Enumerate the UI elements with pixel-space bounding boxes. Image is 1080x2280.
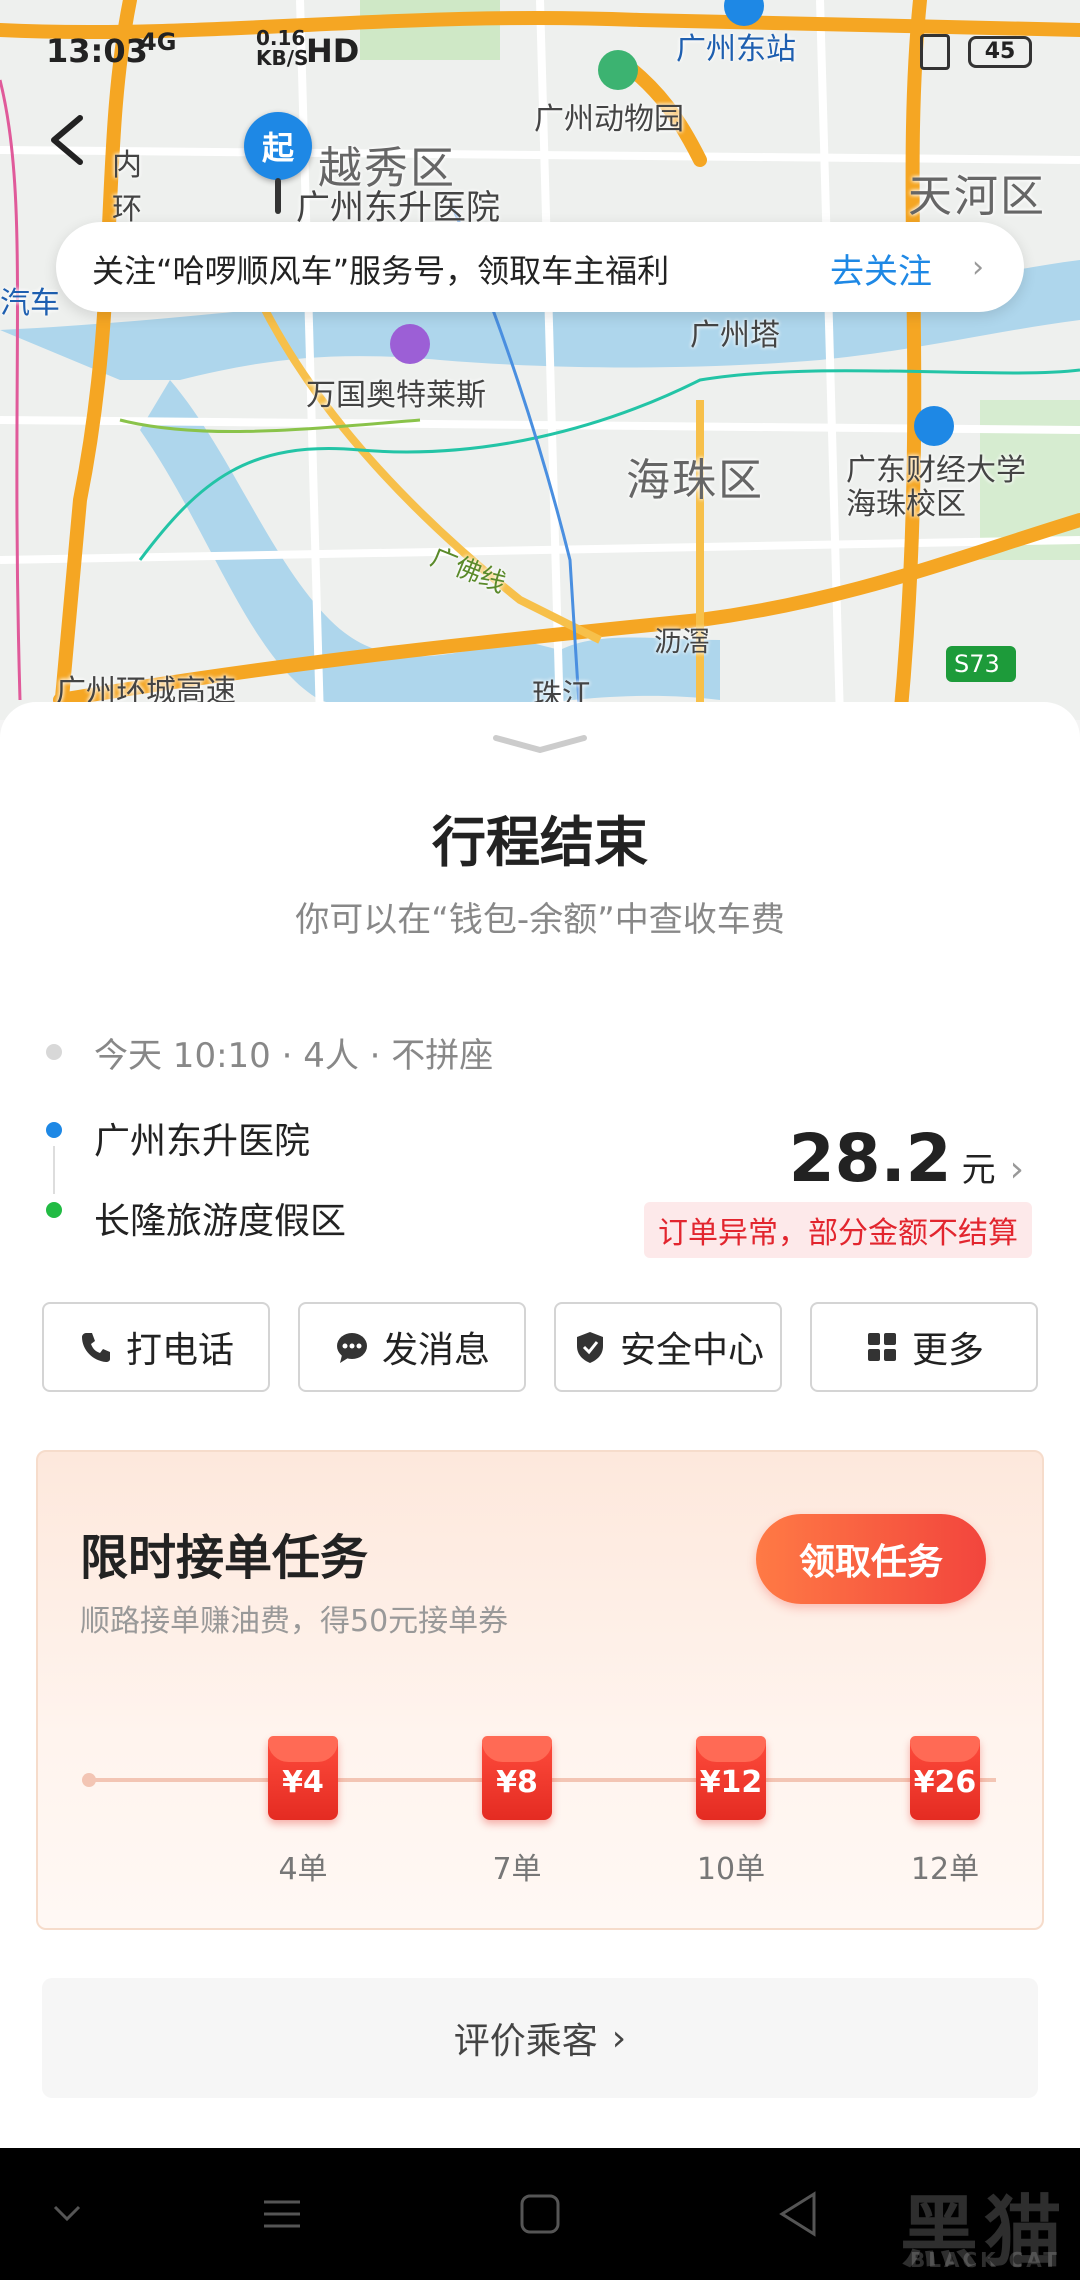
- reward-step-label: 10单: [696, 1852, 766, 1887]
- message-button[interactable]: 发消息: [298, 1302, 526, 1392]
- action-buttons: 打电话 发消息 安全中心 更多: [42, 1302, 1038, 1392]
- follow-button[interactable]: 去关注: [830, 244, 932, 293]
- safety-label: 安全中心: [619, 1330, 764, 1371]
- map-label-canton-tower: 广州塔: [690, 318, 780, 353]
- trip-sheet: 行程结束 你可以在“钱包-余额”中查收车费 今天 10:10 · 4人 · 不拼…: [0, 702, 1080, 2148]
- status-bar: 13:03 4G 0.16 KB/S HD 45: [0, 22, 1080, 82]
- page-subtitle: 你可以在“钱包-余额”中查收车费: [295, 900, 785, 940]
- reward-step-label: 4单: [278, 1852, 328, 1887]
- order-warning-badge: 订单异常，部分金额不结算: [644, 1202, 1032, 1258]
- status-network: 4G: [140, 28, 177, 56]
- destination-dot: [46, 1202, 62, 1218]
- rate-passenger-button[interactable]: 评价乘客 ›: [42, 1978, 1038, 2098]
- map-label-outlets: 万国奥特莱斯: [306, 378, 486, 413]
- trip-meta: 今天 10:10 · 4人 · 不拼座: [94, 1036, 494, 1076]
- reward-step-label: 12单: [910, 1852, 980, 1887]
- back-button[interactable]: [40, 110, 100, 170]
- back-arrow-icon: [51, 115, 83, 165]
- reward-envelope: ¥4: [268, 1736, 338, 1820]
- rate-label: 评价乘客: [453, 2021, 598, 2062]
- task-title: 限时接单任务: [80, 1530, 369, 1586]
- map-label-s73: S73: [954, 650, 1000, 678]
- reward-envelope: ¥26: [910, 1736, 980, 1820]
- call-button[interactable]: 打电话: [42, 1302, 270, 1392]
- watermark-logo: 黑猫 BLACK CAT: [900, 2188, 1069, 2278]
- task-description: 顺路接单赚油费，得50元接单券: [80, 1604, 509, 1639]
- chevron-right-icon: ›: [1009, 1149, 1024, 1190]
- home-icon[interactable]: [518, 2192, 562, 2236]
- map-label-tianhe: 天河区: [908, 171, 1046, 222]
- start-pin[interactable]: 起: [244, 112, 312, 180]
- message-label: 发消息: [381, 1330, 490, 1371]
- reward-step-label: 7单: [492, 1852, 542, 1887]
- menu-icon[interactable]: [262, 2194, 302, 2234]
- map-label-lijiao: 沥滘: [654, 625, 711, 658]
- route-line: [53, 1146, 55, 1194]
- chevron-right-icon: ›: [972, 250, 984, 285]
- start-pin-stem: [275, 178, 281, 214]
- notice-text: 关注“哈啰顺风车”服务号，领取车主福利: [92, 252, 670, 290]
- reward-envelope: ¥8: [482, 1736, 552, 1820]
- shield-icon: [576, 1332, 603, 1363]
- call-label: 打电话: [125, 1330, 234, 1371]
- order-task-card: 限时接单任务 顺路接单赚油费，得50元接单券 领取任务 ¥4 4单 ¥8 7单 …: [36, 1450, 1044, 1930]
- reward-envelope: ¥12: [696, 1736, 766, 1820]
- more-label: 更多: [911, 1330, 984, 1371]
- fare-value: 28.2: [788, 1120, 952, 1197]
- time-dot: [46, 1044, 62, 1060]
- phone-icon: [81, 1333, 110, 1362]
- sheet-handle-icon[interactable]: [490, 732, 590, 756]
- map-label-university: 广东财经大学海珠校区: [846, 453, 1026, 522]
- status-hd: HD: [306, 32, 360, 70]
- map-view[interactable]: 广州东站 广州动物园 越秀区 天河区 广州东升医院 内环 广州塔 万国奥特莱斯 …: [0, 0, 1080, 720]
- origin-address: 广州东升医院: [94, 1121, 311, 1162]
- fare-amount[interactable]: 28.2 元 ›: [789, 1120, 1024, 1197]
- map-label-zoo: 广州动物园: [534, 102, 684, 137]
- map-label-qiche: 汽车: [0, 286, 60, 321]
- page-title: 行程结束: [432, 811, 648, 874]
- follow-notice-banner[interactable]: 关注“哈啰顺风车”服务号，领取车主福利 去关注 ›: [56, 222, 1024, 312]
- vibrate-icon: [920, 34, 950, 70]
- more-button[interactable]: 更多: [810, 1302, 1038, 1392]
- battery-icon: 45: [968, 36, 1032, 68]
- map-label-inner-ring: 内环: [112, 148, 142, 227]
- safety-center-button[interactable]: 安全中心: [554, 1302, 782, 1392]
- grid-icon: [867, 1333, 896, 1361]
- status-time: 13:03: [46, 32, 148, 70]
- map-label-haizhu: 海珠区: [626, 455, 764, 506]
- chevron-down-icon[interactable]: [52, 2202, 82, 2226]
- destination-address: 长隆旅游度假区: [94, 1201, 347, 1242]
- fare-unit: 元: [961, 1150, 996, 1190]
- chat-icon: [336, 1333, 367, 1363]
- chevron-right-icon: ›: [611, 2017, 627, 2059]
- origin-dot: [46, 1122, 62, 1138]
- claim-task-button[interactable]: 领取任务: [756, 1514, 986, 1604]
